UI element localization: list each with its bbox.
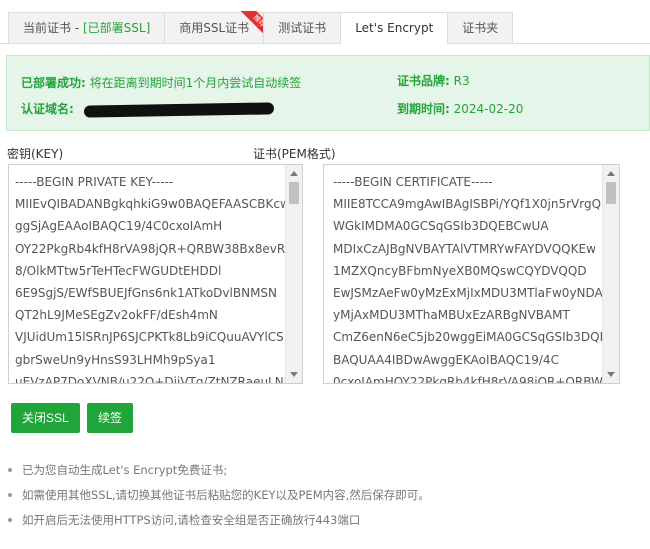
cert-line: MDIxCzAJBgNVBAYTAlVTMRYwFAYDVQQKEw bbox=[333, 241, 596, 256]
tab-commercial-ssl-label: 商用SSL证书 bbox=[179, 21, 250, 35]
expire-label: 到期时间: bbox=[397, 102, 450, 116]
cert-textarea[interactable]: -----BEGIN CERTIFICATE----- MIIE8TCCA9mg… bbox=[323, 164, 620, 384]
brand-row: 证书品牌: R3 bbox=[397, 72, 470, 89]
cert-label: 证书(PEM格式) bbox=[253, 147, 336, 161]
domain-label: 认证域名: bbox=[21, 102, 74, 116]
scroll-up-icon[interactable] bbox=[607, 171, 615, 176]
tab-cert-folder-label: 证书夹 bbox=[462, 21, 499, 35]
key-line: uEVzAP7DoXVNB/u22O+DijVTq/ZtNZRaeuLNl bbox=[15, 374, 288, 384]
cert-line: MIIE8TCCA9mgAwIBAgISBPi/YQf1X0jn5rVrgQ bbox=[333, 197, 602, 212]
key-textarea[interactable]: -----BEGIN PRIVATE KEY----- MIIEvQIBADAN… bbox=[8, 164, 303, 384]
brand-label: 证书品牌: bbox=[397, 74, 450, 88]
deploy-status-panel: 已部署成功: 将在距离到期时间1个月内尝试自动续签 认证域名: 证书品牌: R3… bbox=[6, 55, 650, 131]
key-line: gbrSweUn9yHnsS93LHMh9pSya1 bbox=[15, 352, 216, 367]
tab-current-cert-label: 当前证书 - bbox=[23, 21, 83, 35]
renew-button[interactable]: 续签 bbox=[87, 403, 134, 433]
key-scrollbar[interactable] bbox=[285, 165, 302, 383]
key-line: 8/OlkMTtw5rTeHTecFWGUDtEHDDl bbox=[15, 263, 222, 278]
cert-line: 1MZXQncyBFbmNyeXB0MQswCQYDVQQD bbox=[333, 263, 587, 278]
scroll-down-icon[interactable] bbox=[607, 372, 615, 377]
expire-value: 2024-02-20 bbox=[453, 102, 524, 116]
key-line: OY22PkgRb4kfH8rVA98jQR+QRBW38Bx8evRI bbox=[15, 241, 289, 256]
tab-divider bbox=[0, 43, 650, 44]
tab-cert-folder[interactable]: 证书夹 bbox=[447, 12, 514, 44]
tip-item: 如开启后无法使用HTTPS访问,请检查安全组是否正确放行443端口 bbox=[8, 510, 430, 535]
cert-line: 0cxoIAmHOY22PkgRb4kfH8rVA98jQR+QRBW bbox=[333, 374, 603, 384]
key-label: 密钥(KEY) bbox=[7, 147, 64, 161]
tab-commercial-ssl[interactable]: 商用SSL证书 推荐 bbox=[164, 11, 272, 44]
scroll-thumb[interactable] bbox=[606, 182, 616, 204]
key-line: -----BEGIN PRIVATE KEY----- bbox=[15, 175, 174, 189]
deploy-status-row: 已部署成功: 将在距离到期时间1个月内尝试自动续签 bbox=[21, 74, 301, 91]
close-ssl-button[interactable]: 关闭SSL bbox=[11, 403, 80, 433]
cert-line: BAQUAA4IBDwAwggEKAoIBAQC19/4C bbox=[333, 352, 559, 367]
cert-content: -----BEGIN CERTIFICATE----- MIIE8TCCA9mg… bbox=[324, 165, 619, 384]
key-line: VJUidUm15lSRnJP6SJCPKTk8Lb9iCQuuAVYlCS bbox=[15, 330, 284, 345]
domain-row: 认证域名: bbox=[21, 100, 274, 118]
tips-list: 已为您自动生成Let's Encrypt免费证书; 如需使用其他SSL,请切换其… bbox=[8, 460, 430, 535]
deploy-success-text: 将在距离到期时间1个月内尝试自动续签 bbox=[89, 76, 302, 90]
tip-item: 如需使用其他SSL,请切换其他证书后粘贴您的KEY以及PEM内容,然后保存即可。 bbox=[8, 485, 430, 510]
key-line: QT2hL9JMeSEgZv2okFF/dEsh4mN bbox=[15, 308, 218, 323]
redacted-domain bbox=[83, 101, 274, 118]
tab-lets-encrypt-label: Let's Encrypt bbox=[355, 21, 434, 35]
key-line: MIIEvQIBADANBgkqhkiG9w0BAQEFAASCBKcw bbox=[15, 197, 290, 212]
cert-line: EwJSMzAeFw0yMzExMjIxMDU3MTlaFw0yNDA bbox=[333, 286, 603, 301]
tab-test-cert[interactable]: 测试证书 bbox=[263, 12, 342, 44]
tab-current-cert[interactable]: 当前证书 - [已部署SSL] bbox=[8, 12, 166, 44]
expire-row: 到期时间: 2024-02-20 bbox=[397, 100, 523, 117]
scroll-thumb[interactable] bbox=[289, 182, 299, 204]
cert-line: CmZ6enN6eC5jb20wggEiMA0GCSqGSIb3DQE bbox=[333, 330, 608, 345]
cert-line: yMjAxMDU3MThaMBUxEzARBgNVBAMT bbox=[333, 308, 570, 323]
deployed-status: [已部署SSL] bbox=[82, 21, 151, 35]
key-line: ggSjAgEAAoIBAQC19/4C0cxoIAmH bbox=[15, 219, 223, 234]
key-line: 6E9SgjS/EWfSBUEJfGns6nk1ATkoDvlBNMSN bbox=[15, 286, 278, 301]
cert-line: -----BEGIN CERTIFICATE----- bbox=[333, 175, 493, 189]
deploy-success-label: 已部署成功: bbox=[21, 76, 86, 90]
tab-bar: 当前证书 - [已部署SSL] 商用SSL证书 推荐 测试证书 Let's En… bbox=[8, 11, 514, 44]
scroll-down-icon[interactable] bbox=[290, 372, 298, 377]
brand-value: R3 bbox=[453, 74, 470, 88]
scroll-up-icon[interactable] bbox=[290, 171, 298, 176]
cert-scrollbar[interactable] bbox=[602, 165, 619, 383]
tab-test-cert-label: 测试证书 bbox=[278, 21, 327, 35]
tab-lets-encrypt[interactable]: Let's Encrypt bbox=[340, 12, 449, 44]
cert-line: WGkIMDMA0GCSqGSIb3DQEBCwUA bbox=[333, 219, 549, 234]
key-content: -----BEGIN PRIVATE KEY----- MIIEvQIBADAN… bbox=[9, 165, 302, 384]
tip-item: 已为您自动生成Let's Encrypt免费证书; bbox=[8, 460, 430, 485]
